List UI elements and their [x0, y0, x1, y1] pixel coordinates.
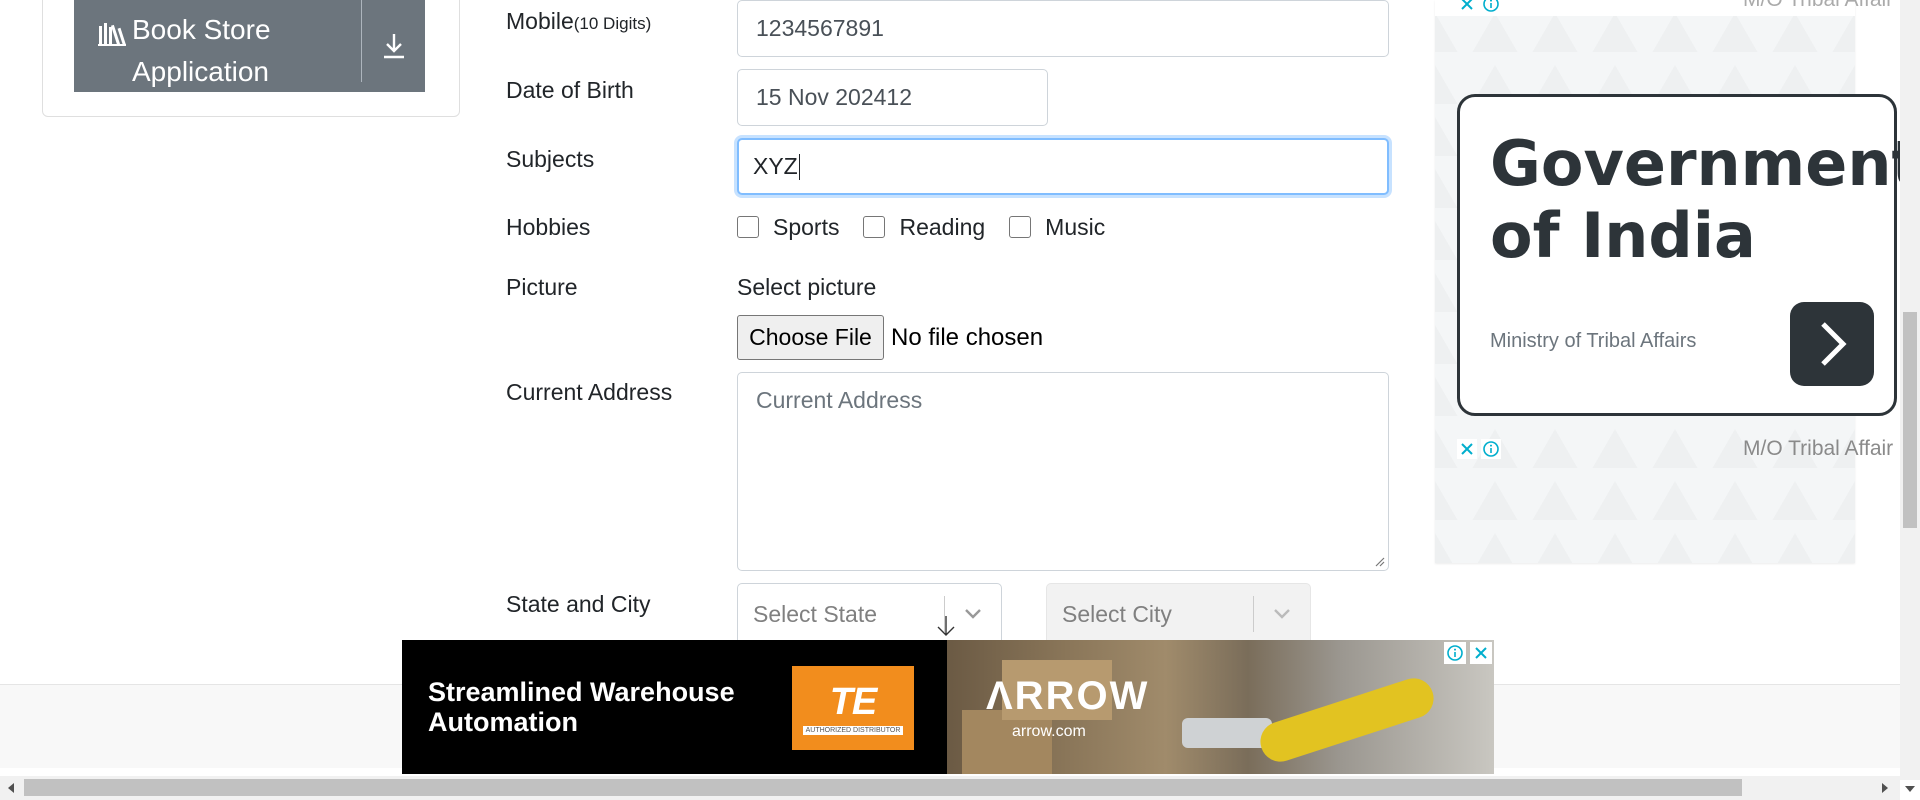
advertiser-label-top: M/O Tribal Affair	[1743, 0, 1893, 12]
close-icon[interactable]	[1457, 439, 1477, 459]
mobile-label-text: Mobile	[506, 8, 574, 34]
chevron-down-icon[interactable]	[1254, 608, 1310, 620]
reading-checkbox[interactable]	[863, 216, 886, 238]
chevron-right-icon	[1821, 322, 1847, 366]
download-icon	[383, 34, 404, 59]
banner-ad-choices[interactable]	[1444, 642, 1492, 664]
banner-headline: Streamlined Warehouse Automation	[428, 677, 735, 737]
current-address-textarea[interactable]: Current Address	[737, 372, 1389, 571]
ad-topbar: M/O Tribal Affair	[1435, 0, 1893, 16]
info-icon[interactable]	[1481, 0, 1501, 14]
ad-title-line1: Government	[1490, 127, 1920, 200]
sports-label[interactable]: Sports	[773, 214, 839, 241]
state-city-label: State and City	[506, 591, 651, 617]
scroll-left-icon[interactable]	[6, 782, 16, 794]
horizontal-scroll-thumb[interactable]	[24, 779, 1742, 796]
resize-grip-icon[interactable]	[1373, 555, 1385, 567]
banner-headline-line2: Automation	[428, 707, 578, 737]
mobile-field[interactable]: 1234567891	[737, 0, 1389, 57]
arrow-logo: ΛRROW	[986, 674, 1150, 718]
ad-title: Government of India	[1490, 128, 1920, 272]
book-store-label: Book Store	[132, 14, 271, 45]
select-picture-label: Select picture	[737, 274, 877, 300]
sports-checkbox[interactable]	[737, 216, 759, 238]
address-placeholder: Current Address	[756, 387, 923, 413]
book-store-label-2: Application	[132, 56, 269, 87]
info-icon[interactable]	[1481, 439, 1501, 459]
music-checkbox[interactable]	[1009, 216, 1032, 238]
mobile-hint: (10 Digits)	[573, 14, 652, 33]
subjects-input[interactable]: XYZ	[737, 138, 1389, 195]
hobby-music[interactable]: Music	[1009, 214, 1105, 241]
ad-title-line2: of India	[1490, 199, 1756, 272]
hobby-sports[interactable]: Sports	[737, 214, 839, 241]
te-logo-text: TE	[829, 681, 878, 723]
arrow-url: arrow.com	[1012, 723, 1086, 740]
file-status: No file chosen	[891, 324, 1044, 351]
scroll-right-icon[interactable]	[1880, 782, 1890, 794]
subjects-label: Subjects	[506, 146, 595, 172]
banner-ad[interactable]: Streamlined Warehouse Automation TE AUTH…	[402, 640, 1494, 774]
te-tagline: AUTHORIZED DISTRIBUTOR	[802, 726, 904, 735]
ad-next-button[interactable]	[1790, 302, 1874, 386]
text-caret	[798, 153, 800, 180]
advertiser-label: M/O Tribal Affair	[1743, 437, 1894, 460]
ad-choices[interactable]	[1457, 439, 1501, 459]
state-select[interactable]: Select State	[737, 583, 1002, 645]
state-placeholder: Select State	[753, 600, 878, 627]
banner-headline-line1: Streamlined Warehouse	[428, 677, 735, 707]
info-icon[interactable]	[1444, 642, 1466, 664]
dob-field[interactable]: 15 Nov 202412	[737, 69, 1048, 126]
music-label[interactable]: Music	[1045, 214, 1105, 241]
city-placeholder: Select City	[1062, 600, 1172, 627]
cursor-arrow-icon	[937, 616, 955, 636]
ad-choices[interactable]	[1457, 0, 1501, 14]
mobile-label: Mobile(10 Digits)	[506, 8, 651, 35]
city-select[interactable]: Select City	[1046, 583, 1311, 645]
choose-file-button[interactable]: Choose File	[737, 315, 884, 360]
ad-subtitle: Ministry of Tribal Affairs	[1490, 330, 1697, 352]
scroll-down-icon[interactable]	[1904, 784, 1916, 794]
hobbies-group: Sports Reading Music	[737, 212, 1129, 242]
vertical-scroll-thumb[interactable]	[1903, 312, 1917, 528]
subjects-value: XYZ	[753, 153, 798, 179]
robot-gripper	[1182, 718, 1272, 748]
download-button[interactable]	[362, 0, 425, 92]
hobbies-label: Hobbies	[506, 214, 591, 240]
dob-label: Date of Birth	[506, 77, 634, 103]
address-label: Current Address	[506, 379, 673, 405]
close-icon[interactable]	[1457, 0, 1477, 14]
books-icon	[98, 23, 126, 46]
sidebar-item-book-store[interactable]: Book Store Application	[74, 0, 425, 92]
reading-label[interactable]: Reading	[899, 214, 985, 241]
dob-value: 15 Nov 202412	[756, 84, 913, 110]
te-logo: TE AUTHORIZED DISTRIBUTOR	[792, 666, 914, 750]
close-icon[interactable]	[1470, 642, 1492, 664]
mobile-value: 1234567891	[756, 15, 884, 41]
picture-label: Picture	[506, 274, 578, 300]
hobby-reading[interactable]: Reading	[863, 214, 985, 241]
